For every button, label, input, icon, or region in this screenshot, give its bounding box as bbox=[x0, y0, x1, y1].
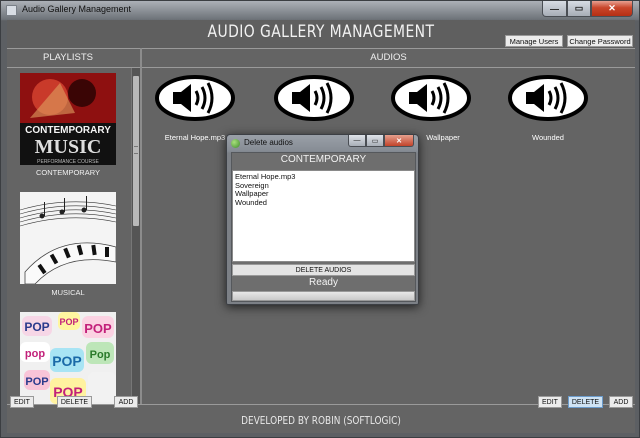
page-title: AUDIO GALLERY MANAGEMENT bbox=[207, 22, 435, 42]
dialog-maximize-button[interactable]: ▭ bbox=[366, 135, 384, 147]
audio-label-4: Wounded bbox=[532, 133, 564, 142]
app-icon bbox=[6, 5, 17, 16]
playlist-label-musical: MUSICAL bbox=[51, 288, 85, 297]
change-password-button[interactable]: Change Password bbox=[567, 35, 633, 47]
audio-tile-1[interactable]: Eternal Hope.mp3 bbox=[155, 75, 235, 155]
playlist-delete-button[interactable]: DELETE bbox=[57, 396, 92, 408]
pop-word-2: POP bbox=[59, 317, 78, 327]
column-divider bbox=[140, 48, 142, 404]
dialog-minimize-button[interactable]: — bbox=[348, 135, 366, 147]
header-divider bbox=[7, 48, 635, 49]
audio-add-button[interactable]: ADD bbox=[609, 396, 633, 408]
list-item[interactable]: Wounded bbox=[235, 198, 412, 208]
playlist-list[interactable]: CONTEMPORARY MUSIC PERFORMANCE COURSE CO… bbox=[7, 68, 140, 404]
delete-audios-button[interactable]: DELETE AUDIOS bbox=[232, 264, 415, 276]
playlist-add-button[interactable]: ADD bbox=[114, 396, 138, 408]
playlist-label-contemporary: CONTEMPORARY bbox=[35, 168, 101, 177]
header-bar: AUDIO GALLERY MANAGEMENT Manage Users Ch… bbox=[7, 20, 635, 48]
pop-word-1: POP bbox=[24, 320, 49, 334]
dialog-close-button[interactable]: ✕ bbox=[384, 135, 414, 147]
footer-credit: DEVELOPED BY ROBIN (SOFTLOGIC) bbox=[241, 415, 401, 427]
audio-checklist[interactable]: Eternal Hope.mp3 Sovereign Wallpaper Wou… bbox=[232, 170, 415, 262]
scrollbar-thumb[interactable] bbox=[133, 76, 139, 226]
window-title: Audio Gallery Management bbox=[22, 4, 132, 14]
dialog-body: CONTEMPORARY Eternal Hope.mp3 Sovereign … bbox=[231, 152, 416, 302]
audio-edit-button[interactable]: EDIT bbox=[538, 396, 562, 408]
delete-audios-dialog: Delete audios — ▭ ✕ CONTEMPORARY Eternal… bbox=[226, 134, 419, 305]
pop-word-6: Pop bbox=[90, 349, 111, 361]
dialog-title: Delete audios bbox=[244, 138, 293, 147]
speaker-icon bbox=[391, 75, 471, 121]
playlist-edit-button[interactable]: EDIT bbox=[10, 396, 34, 408]
manage-users-button[interactable]: Manage Users bbox=[505, 35, 563, 47]
title-bar[interactable]: Audio Gallery Management — ▭ ✕ bbox=[1, 1, 639, 20]
cover-text-2: MUSIC bbox=[35, 136, 102, 158]
close-button[interactable]: ✕ bbox=[591, 1, 633, 17]
speaker-icon bbox=[508, 75, 588, 121]
speaker-icon bbox=[274, 75, 354, 121]
minimize-button[interactable]: — bbox=[542, 1, 567, 17]
playlist-cover-pop[interactable]: POP POP POP pop POP Pop POP POP bbox=[20, 312, 116, 404]
speaker-icon bbox=[155, 75, 235, 121]
audio-delete-button[interactable]: DELETE bbox=[568, 396, 603, 408]
dialog-window-controls: — ▭ ✕ bbox=[348, 135, 414, 147]
cover-text-1: CONTEMPORARY bbox=[25, 125, 111, 136]
pop-word-3: POP bbox=[84, 321, 112, 336]
pop-word-5: POP bbox=[52, 353, 82, 369]
scrollbar-grip bbox=[134, 146, 138, 154]
progress-bar bbox=[232, 291, 415, 301]
playlists-heading: PLAYLISTS bbox=[43, 52, 93, 63]
maximize-button[interactable]: ▭ bbox=[567, 1, 591, 17]
pop-word-7: POP bbox=[25, 376, 48, 388]
audio-tile-4[interactable]: Wounded bbox=[508, 75, 588, 155]
dialog-app-icon bbox=[231, 139, 240, 148]
audios-heading: AUDIOS bbox=[370, 52, 407, 63]
window-controls: — ▭ ✕ bbox=[542, 1, 633, 17]
dialog-status: Ready bbox=[309, 277, 338, 288]
cover-text-3: PERFORMANCE COURSE bbox=[37, 159, 99, 165]
playlist-cover-musical[interactable] bbox=[20, 192, 116, 284]
playlist-scrollbar[interactable] bbox=[131, 68, 140, 404]
dialog-playlist-heading: CONTEMPORARY bbox=[280, 154, 367, 165]
pop-word-4: pop bbox=[25, 348, 45, 360]
main-window: Audio Gallery Management — ▭ ✕ AUDIO GAL… bbox=[0, 0, 640, 438]
playlist-cover-contemporary[interactable]: CONTEMPORARY MUSIC PERFORMANCE COURSE bbox=[20, 73, 116, 165]
